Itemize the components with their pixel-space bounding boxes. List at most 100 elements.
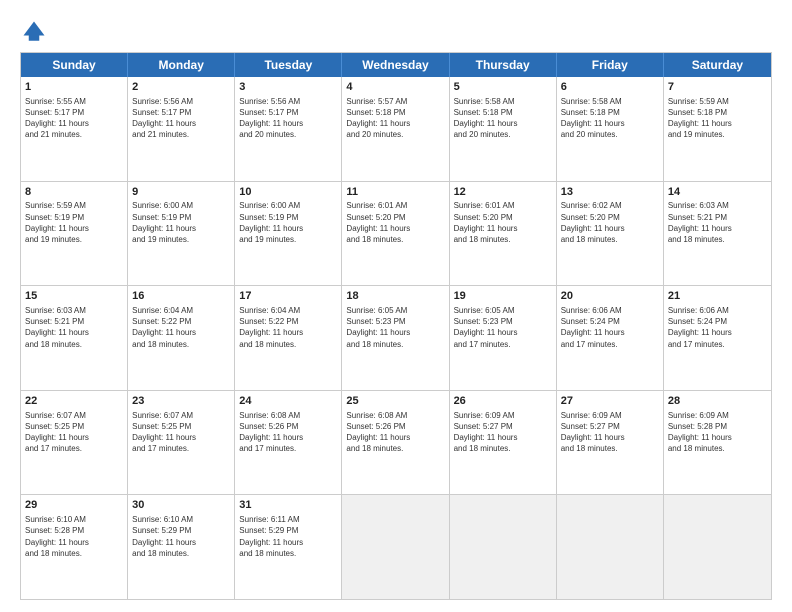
cal-cell: 5Sunrise: 5:58 AMSunset: 5:18 PMDaylight… xyxy=(450,77,557,181)
cal-cell: 13Sunrise: 6:02 AMSunset: 5:20 PMDayligh… xyxy=(557,182,664,286)
cell-line: Sunrise: 6:11 AM xyxy=(239,514,337,525)
cell-line: Sunset: 5:24 PM xyxy=(668,316,767,327)
day-number: 3 xyxy=(239,80,337,95)
day-number: 13 xyxy=(561,185,659,200)
day-number: 17 xyxy=(239,289,337,304)
day-number: 23 xyxy=(132,394,230,409)
day-number: 30 xyxy=(132,498,230,513)
cal-row-1: 1Sunrise: 5:55 AMSunset: 5:17 PMDaylight… xyxy=(21,77,771,182)
cal-row-5: 29Sunrise: 6:10 AMSunset: 5:28 PMDayligh… xyxy=(21,495,771,599)
cell-line: Sunrise: 5:57 AM xyxy=(346,96,444,107)
cell-line: Daylight: 11 hours xyxy=(454,327,552,338)
cell-line: and 18 minutes. xyxy=(239,548,337,559)
cell-line: Sunset: 5:24 PM xyxy=(561,316,659,327)
header xyxy=(20,18,772,46)
cell-line: Daylight: 11 hours xyxy=(132,432,230,443)
day-number: 19 xyxy=(454,289,552,304)
cell-line: Sunset: 5:23 PM xyxy=(454,316,552,327)
cell-line: and 18 minutes. xyxy=(561,234,659,245)
cell-line: Daylight: 11 hours xyxy=(132,223,230,234)
cal-cell: 27Sunrise: 6:09 AMSunset: 5:27 PMDayligh… xyxy=(557,391,664,495)
day-number: 4 xyxy=(346,80,444,95)
day-number: 24 xyxy=(239,394,337,409)
cell-line: Sunset: 5:20 PM xyxy=(346,212,444,223)
cell-line: Daylight: 11 hours xyxy=(25,118,123,129)
cell-line: Sunrise: 5:59 AM xyxy=(25,200,123,211)
cell-line: Sunset: 5:17 PM xyxy=(239,107,337,118)
cell-line: Sunset: 5:23 PM xyxy=(346,316,444,327)
cell-line: Sunrise: 6:09 AM xyxy=(454,410,552,421)
cell-line: Sunrise: 5:58 AM xyxy=(561,96,659,107)
day-number: 11 xyxy=(346,185,444,200)
cell-line: Sunset: 5:19 PM xyxy=(132,212,230,223)
logo-icon xyxy=(20,18,48,46)
cell-line: Daylight: 11 hours xyxy=(561,432,659,443)
cell-line: Sunset: 5:18 PM xyxy=(346,107,444,118)
cell-line: Daylight: 11 hours xyxy=(346,327,444,338)
cell-line: and 20 minutes. xyxy=(346,129,444,140)
cal-cell: 17Sunrise: 6:04 AMSunset: 5:22 PMDayligh… xyxy=(235,286,342,390)
cell-line: Daylight: 11 hours xyxy=(561,118,659,129)
cell-line: and 17 minutes. xyxy=(132,443,230,454)
cell-line: Sunrise: 6:00 AM xyxy=(132,200,230,211)
calendar-body: 1Sunrise: 5:55 AMSunset: 5:17 PMDaylight… xyxy=(21,77,771,599)
cell-line: Sunset: 5:22 PM xyxy=(132,316,230,327)
cal-cell xyxy=(664,495,771,599)
cell-line: Sunrise: 6:06 AM xyxy=(561,305,659,316)
cell-line: Sunset: 5:29 PM xyxy=(132,525,230,536)
day-number: 2 xyxy=(132,80,230,95)
header-day-friday: Friday xyxy=(557,53,664,77)
cal-cell: 9Sunrise: 6:00 AMSunset: 5:19 PMDaylight… xyxy=(128,182,235,286)
cell-line: Sunrise: 6:10 AM xyxy=(132,514,230,525)
cell-line: and 18 minutes. xyxy=(346,234,444,245)
cell-line: Sunset: 5:27 PM xyxy=(561,421,659,432)
cal-cell: 30Sunrise: 6:10 AMSunset: 5:29 PMDayligh… xyxy=(128,495,235,599)
cal-cell: 21Sunrise: 6:06 AMSunset: 5:24 PMDayligh… xyxy=(664,286,771,390)
cell-line: and 18 minutes. xyxy=(346,443,444,454)
day-number: 16 xyxy=(132,289,230,304)
cal-cell: 4Sunrise: 5:57 AMSunset: 5:18 PMDaylight… xyxy=(342,77,449,181)
cal-cell: 24Sunrise: 6:08 AMSunset: 5:26 PMDayligh… xyxy=(235,391,342,495)
cell-line: Daylight: 11 hours xyxy=(668,223,767,234)
day-number: 12 xyxy=(454,185,552,200)
cal-cell: 29Sunrise: 6:10 AMSunset: 5:28 PMDayligh… xyxy=(21,495,128,599)
cell-line: and 18 minutes. xyxy=(668,234,767,245)
day-number: 28 xyxy=(668,394,767,409)
cell-line: and 17 minutes. xyxy=(668,339,767,350)
cal-cell: 20Sunrise: 6:06 AMSunset: 5:24 PMDayligh… xyxy=(557,286,664,390)
cell-line: Sunrise: 6:09 AM xyxy=(668,410,767,421)
cell-line: Sunrise: 6:06 AM xyxy=(668,305,767,316)
cell-line: Daylight: 11 hours xyxy=(25,432,123,443)
cell-line: Sunset: 5:26 PM xyxy=(239,421,337,432)
cell-line: Sunset: 5:22 PM xyxy=(239,316,337,327)
cal-cell xyxy=(342,495,449,599)
cell-line: Sunset: 5:27 PM xyxy=(454,421,552,432)
cell-line: Sunrise: 6:03 AM xyxy=(668,200,767,211)
cal-cell: 11Sunrise: 6:01 AMSunset: 5:20 PMDayligh… xyxy=(342,182,449,286)
cell-line: Sunset: 5:19 PM xyxy=(25,212,123,223)
cal-cell: 18Sunrise: 6:05 AMSunset: 5:23 PMDayligh… xyxy=(342,286,449,390)
cell-line: and 19 minutes. xyxy=(132,234,230,245)
cell-line: Daylight: 11 hours xyxy=(454,223,552,234)
day-number: 1 xyxy=(25,80,123,95)
cell-line: Sunrise: 6:00 AM xyxy=(239,200,337,211)
cal-cell: 14Sunrise: 6:03 AMSunset: 5:21 PMDayligh… xyxy=(664,182,771,286)
day-number: 22 xyxy=(25,394,123,409)
cell-line: and 20 minutes. xyxy=(239,129,337,140)
cell-line: Sunset: 5:18 PM xyxy=(454,107,552,118)
cell-line: Sunrise: 5:56 AM xyxy=(239,96,337,107)
header-day-saturday: Saturday xyxy=(664,53,771,77)
cell-line: Daylight: 11 hours xyxy=(668,432,767,443)
cell-line: Sunrise: 6:08 AM xyxy=(346,410,444,421)
cal-cell: 16Sunrise: 6:04 AMSunset: 5:22 PMDayligh… xyxy=(128,286,235,390)
day-number: 21 xyxy=(668,289,767,304)
day-number: 8 xyxy=(25,185,123,200)
cell-line: Sunrise: 6:07 AM xyxy=(25,410,123,421)
cell-line: Daylight: 11 hours xyxy=(454,432,552,443)
cell-line: Sunset: 5:28 PM xyxy=(25,525,123,536)
cell-line: and 18 minutes. xyxy=(132,339,230,350)
cell-line: Sunrise: 6:01 AM xyxy=(346,200,444,211)
page: SundayMondayTuesdayWednesdayThursdayFrid… xyxy=(0,0,792,612)
header-day-tuesday: Tuesday xyxy=(235,53,342,77)
cal-cell: 19Sunrise: 6:05 AMSunset: 5:23 PMDayligh… xyxy=(450,286,557,390)
